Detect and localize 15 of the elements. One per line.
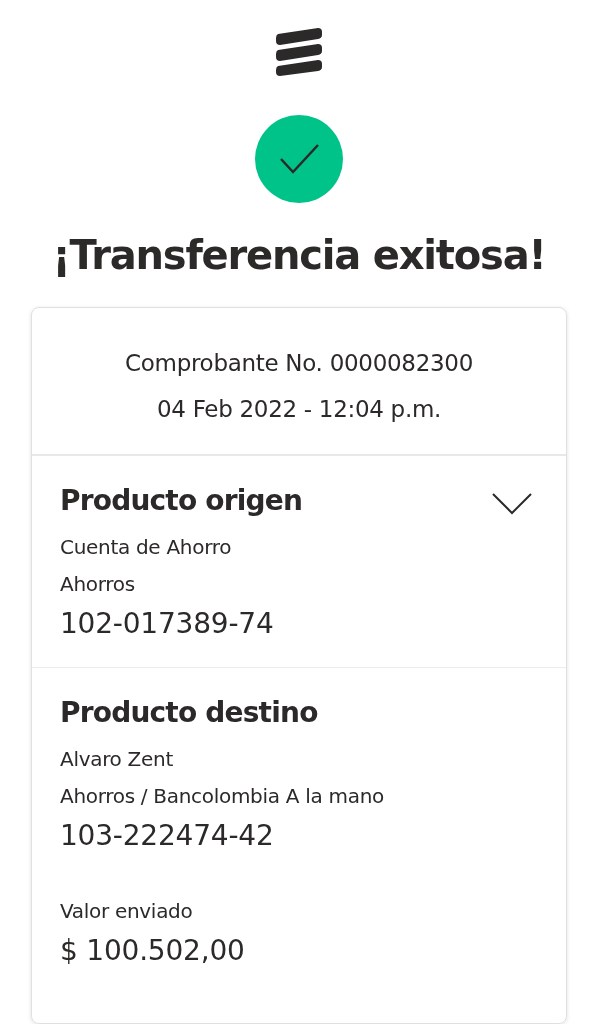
- status-title: ¡Transferencia exitosa!: [52, 231, 546, 280]
- detail-text: Cuenta de Ahorro: [60, 534, 233, 561]
- detail-text: Ahorros / Bancolombia A la mano: [60, 783, 385, 810]
- logo-icon: [274, 28, 324, 76]
- account-number: 103-222474-42: [60, 818, 275, 854]
- amount-label: Valor enviado: [60, 898, 194, 925]
- detail-text: Ahorros: [60, 571, 136, 598]
- chevron-down-icon[interactable]: [492, 492, 532, 515]
- section-title: Producto origen: [60, 484, 303, 517]
- section-title: Producto destino: [60, 696, 318, 729]
- account-number: 102-017389-74: [60, 606, 275, 642]
- receipt-datetime: 04 Feb 2022 - 12:04 p.m.: [155, 395, 443, 424]
- detail-text: Alvaro Zent: [60, 746, 174, 773]
- amount-value: $ 100.502,00: [60, 933, 246, 969]
- receipt-number: Comprobante No. 0000082300: [124, 349, 474, 378]
